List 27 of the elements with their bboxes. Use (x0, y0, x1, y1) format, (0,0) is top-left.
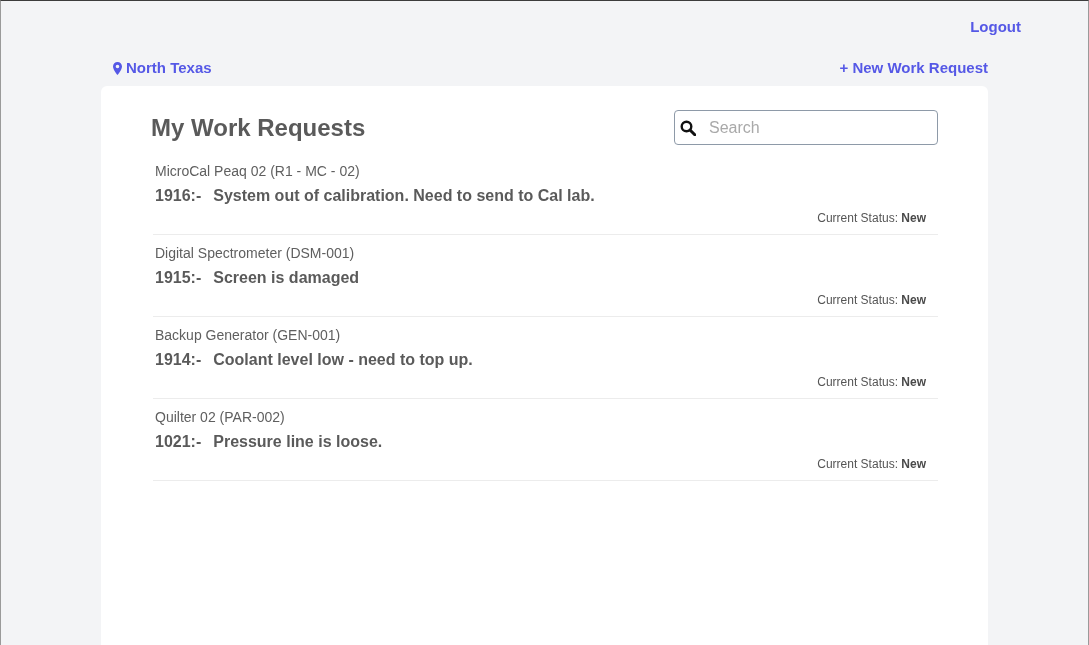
status-text: Current Status: New (817, 374, 926, 391)
status-text: Current Status: New (817, 210, 926, 227)
request-number: 1021:- (155, 432, 202, 452)
work-request-item[interactable]: Digital Spectrometer (DSM-001) 1915:- Screen is damaged Current Status: New (153, 235, 938, 317)
request-description: Coolant level low - need to top up. (213, 350, 473, 370)
request-description: System out of calibration. Need to send to Cal lab. (213, 186, 595, 206)
asset-name: Quilter 02 (PAR-002) (155, 408, 285, 427)
work-request-item[interactable]: Backup Generator (GEN-001) 1914:- Coolant level low - need to top up. Current Status: New (153, 317, 938, 399)
request-description: Screen is damaged (213, 268, 360, 288)
asset-name: MicroCal Peaq 02 (R1 - MC - 02) (155, 162, 360, 181)
new-work-request-link[interactable]: + New Work Request (839, 58, 988, 78)
work-request-item[interactable]: Quilter 02 (PAR-002) 1021:- Pressure line is loose. Current Status: New (153, 399, 938, 481)
status-text: Current Status: New (817, 292, 926, 309)
logout-link[interactable]: Logout (970, 17, 1021, 37)
status-text: Current Status: New (817, 456, 926, 473)
asset-name: Digital Spectrometer (DSM-001) (155, 244, 355, 263)
asset-name: Backup Generator (GEN-001) (155, 326, 341, 345)
request-description: Pressure line is loose. (213, 432, 383, 452)
page-title: My Work Requests (151, 112, 366, 143)
request-number: 1914:- (155, 350, 202, 370)
request-number: 1916:- (155, 186, 202, 206)
map-pin-icon (113, 61, 122, 75)
request-number: 1915:- (155, 268, 202, 288)
search-field[interactable]: Search (674, 110, 938, 145)
search-icon (680, 120, 696, 136)
location-link[interactable]: North Texas (113, 58, 212, 78)
work-request-item[interactable]: MicroCal Peaq 02 (R1 - MC - 02) 1916:- System out of calibration. Need to send to Cal lab. Current Status: New (153, 153, 938, 235)
